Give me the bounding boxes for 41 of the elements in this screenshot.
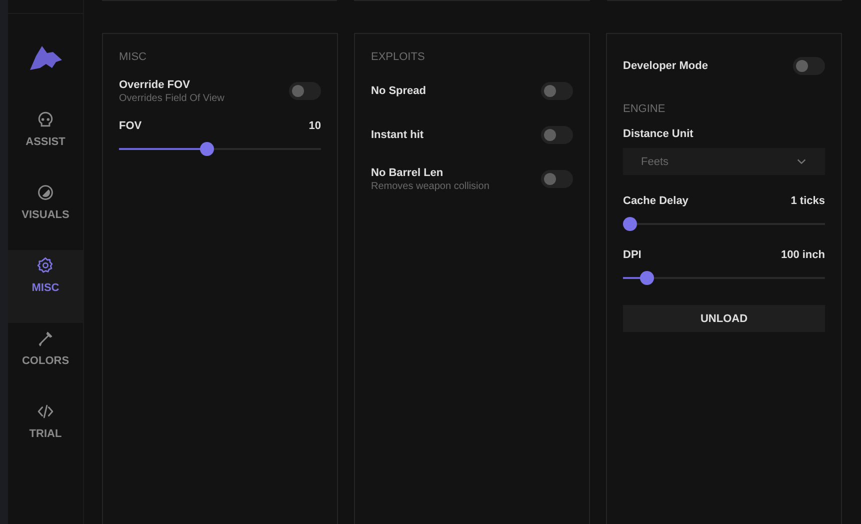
nav-tab[interactable]: ASSIST — [8, 104, 83, 177]
skull-icon — [37, 111, 54, 128]
slider-label: FOV — [119, 120, 142, 132]
slider[interactable] — [119, 142, 321, 156]
slider-thumb[interactable] — [200, 142, 214, 156]
slider-value: 10 — [308, 120, 321, 132]
eyedropper-icon — [37, 330, 54, 347]
unload-button[interactable]: UNLOAD — [623, 305, 825, 332]
slider-thumb[interactable] — [640, 271, 654, 285]
toggle-switch[interactable] — [289, 82, 321, 100]
slider-label: DPI — [623, 249, 642, 261]
nav-tab[interactable]: COLORS — [8, 323, 83, 396]
field-label: Distance Unit — [623, 128, 694, 140]
option-description: Removes weapon collision — [371, 180, 490, 192]
option-label: Override FOV — [119, 78, 191, 90]
toggle-switch[interactable] — [541, 82, 573, 100]
settings-icon — [37, 257, 54, 274]
slider-label: Cache Delay — [623, 195, 688, 207]
chevron-down-icon — [796, 156, 807, 167]
toggle-switch[interactable] — [793, 57, 825, 75]
section-heading: ENGINE — [623, 103, 666, 115]
option-label: Instant hit — [371, 129, 424, 141]
slider-value: 1 ticks — [790, 195, 825, 207]
nav-tab[interactable]: TRIAL — [8, 396, 83, 469]
section-heading: MISC — [119, 51, 148, 63]
slider-thumb[interactable] — [623, 217, 637, 231]
toggle-switch[interactable] — [541, 126, 573, 144]
option-label: No Barrel Len — [371, 166, 444, 178]
code-icon — [37, 403, 54, 420]
nav-tab[interactable]: VISUALS — [8, 177, 83, 250]
slider-value: 100 inch — [780, 249, 825, 261]
slider[interactable] — [623, 217, 825, 231]
section-heading: EXPLOITS — [371, 51, 426, 63]
gauge-icon — [37, 184, 54, 201]
nav-tab[interactable]: MISC — [8, 250, 83, 323]
option-label: Developer Mode — [623, 60, 708, 72]
slider[interactable] — [623, 271, 825, 285]
option-label: No Spread — [371, 85, 426, 97]
option-description: Overrides Field Of View — [119, 92, 224, 104]
dropdown[interactable]: Feets — [623, 148, 825, 175]
toggle-switch[interactable] — [541, 170, 573, 188]
